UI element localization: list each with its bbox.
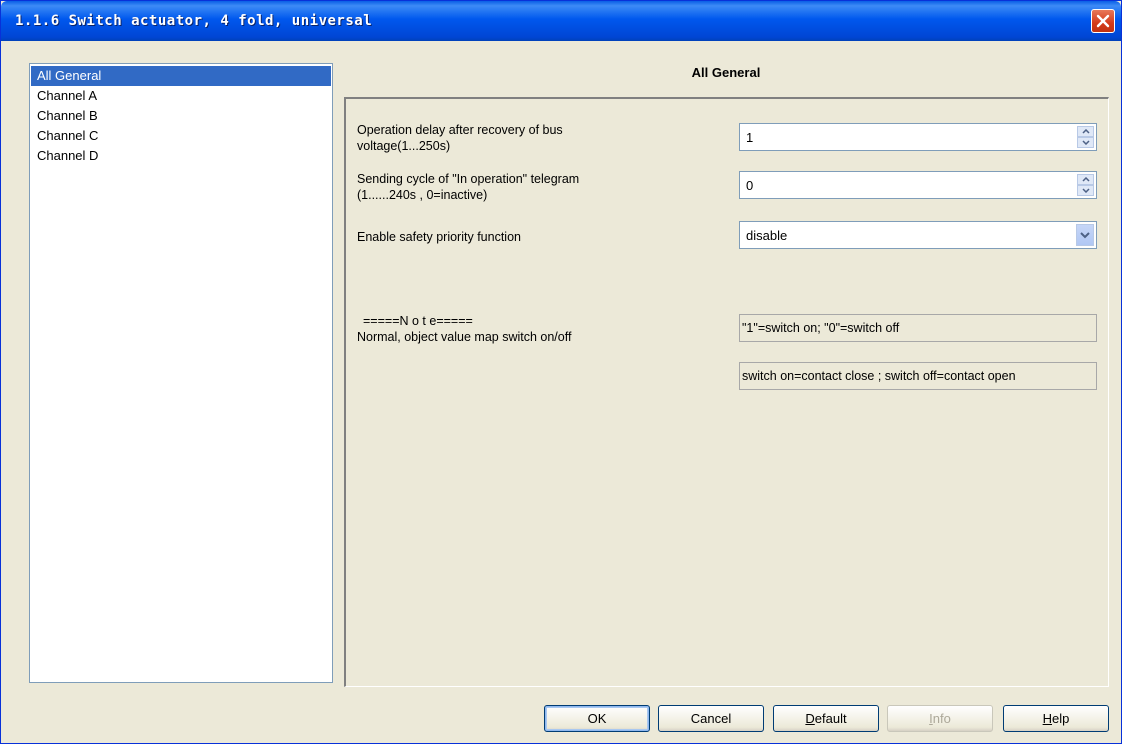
cycle-spinbox[interactable]: 0	[739, 171, 1097, 199]
ok-button[interactable]: OK	[544, 705, 650, 732]
help-label-rest: elp	[1052, 711, 1070, 726]
chevron-down-icon	[1080, 231, 1090, 238]
default-mnemonic: D	[805, 711, 815, 726]
close-button[interactable]	[1091, 9, 1115, 33]
default-label-rest: efault	[814, 711, 847, 726]
cycle-label: Sending cycle of "In operation" telegram…	[357, 171, 579, 203]
delay-label: Operation delay after recovery of bus vo…	[357, 122, 563, 154]
safety-select[interactable]: disable	[739, 221, 1097, 249]
cycle-label-line2: (1......240s , 0=inactive)	[357, 188, 488, 202]
delay-value[interactable]: 1	[746, 130, 753, 145]
delay-spinbox[interactable]: 1	[739, 123, 1097, 151]
note-box-object-value: "1"=switch on; "0"=switch off	[739, 314, 1097, 342]
cycle-label-line1: Sending cycle of "In operation" telegram	[357, 172, 580, 186]
delay-spin-up-button[interactable]	[1077, 126, 1094, 137]
sidebar-item-channel-c[interactable]: Channel C	[31, 126, 331, 146]
dialog-window: 1.1.6 Switch actuator, 4 fold, universal…	[0, 0, 1122, 744]
note-box-contact: switch on=contact close ; switch off=con…	[739, 362, 1097, 390]
safety-dropdown-button[interactable]	[1076, 224, 1094, 246]
help-mnemonic: H	[1042, 711, 1053, 726]
info-button: Info	[887, 705, 993, 732]
close-icon	[1096, 14, 1110, 28]
note-heading: =====N o t e=====	[363, 314, 473, 328]
delay-spin-down-button[interactable]	[1077, 137, 1094, 148]
sidebar-item-channel-d[interactable]: Channel D	[31, 146, 331, 166]
chevron-down-icon	[1081, 188, 1090, 193]
parameter-page-list: All General Channel A Channel B Channel …	[29, 63, 333, 683]
sidebar-item-channel-b[interactable]: Channel B	[31, 106, 331, 126]
window-title: 1.1.6 Switch actuator, 4 fold, universal	[15, 13, 373, 29]
note-text: Normal, object value map switch on/off	[357, 330, 572, 344]
cycle-spin-down-button[interactable]	[1077, 185, 1094, 196]
safety-label: Enable safety priority function	[357, 230, 521, 244]
delay-label-line2: voltage(1...250s)	[357, 139, 451, 153]
chevron-down-icon	[1081, 140, 1090, 145]
delay-spin-buttons	[1077, 126, 1094, 148]
title-bar[interactable]: 1.1.6 Switch actuator, 4 fold, universal	[1, 1, 1121, 41]
page-title: All General	[691, 65, 761, 80]
sidebar-item-channel-a[interactable]: Channel A	[31, 86, 331, 106]
chevron-up-icon	[1081, 177, 1090, 182]
info-label-rest: nfo	[932, 711, 951, 726]
safety-select-value: disable	[746, 228, 788, 243]
chevron-up-icon	[1081, 129, 1090, 134]
help-button[interactable]: Help	[1003, 705, 1109, 732]
cycle-value[interactable]: 0	[746, 178, 753, 193]
sidebar-item-all-general[interactable]: All General	[31, 66, 331, 86]
delay-label-line1: Operation delay after recovery of bus	[357, 123, 563, 137]
cancel-button[interactable]: Cancel	[658, 705, 764, 732]
default-button[interactable]: Default	[773, 705, 879, 732]
cycle-spin-up-button[interactable]	[1077, 174, 1094, 185]
cycle-spin-buttons	[1077, 174, 1094, 196]
